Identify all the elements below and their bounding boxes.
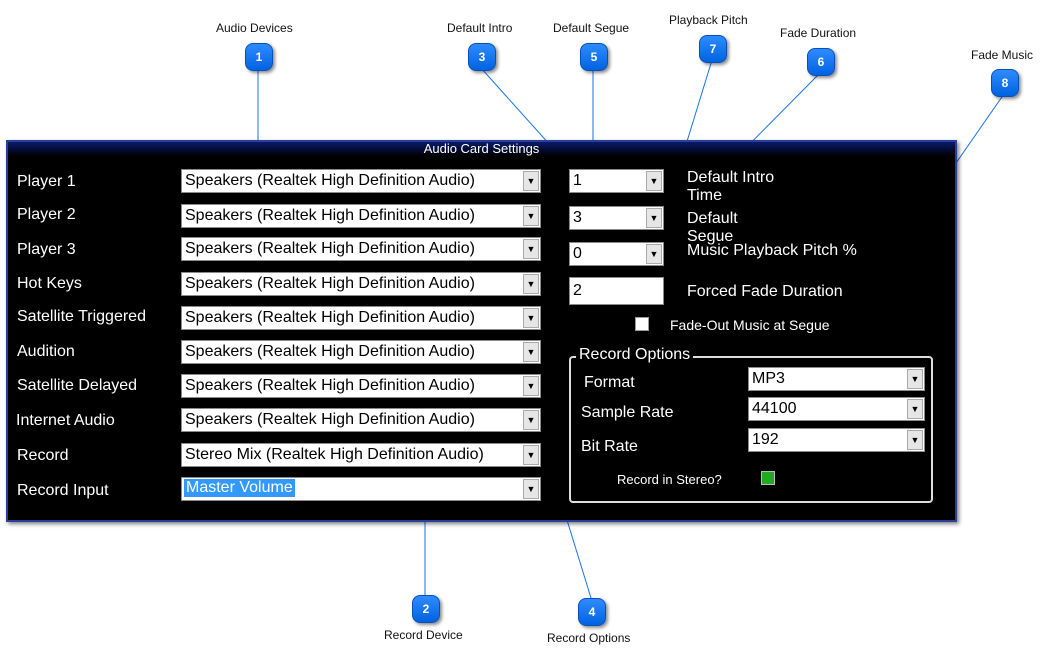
callout-label-record-options: Record Options	[547, 631, 631, 645]
format-label: Format	[584, 374, 635, 391]
dropdown-arrow-icon[interactable]: ▼	[523, 206, 539, 226]
callout-badge-1: 1	[245, 43, 273, 71]
record-options-legend: Record Options	[576, 346, 694, 364]
player-1-device-select[interactable]: Speakers (Realtek High Definition Audio)…	[181, 169, 541, 193]
sample-rate-label: Sample Rate	[581, 404, 674, 421]
default-segue-label: Default Segue	[687, 210, 738, 245]
sample-rate-select[interactable]: 44100 ▼	[748, 397, 925, 421]
record-device-select[interactable]: Stereo Mix (Realtek High Definition Audi…	[181, 443, 541, 467]
label-player-1: Player 1	[17, 173, 76, 190]
dropdown-arrow-icon[interactable]: ▼	[523, 171, 539, 191]
fade-duration-label: Forced Fade Duration	[687, 283, 843, 300]
label-hot-keys: Hot Keys	[17, 275, 82, 292]
record-device-value: Stereo Mix (Realtek High Definition Audi…	[185, 446, 484, 463]
default-segue-select[interactable]: 3 ▼	[569, 206, 664, 230]
dropdown-arrow-icon[interactable]: ▼	[646, 244, 662, 264]
player-1-device-value: Speakers (Realtek High Definition Audio)	[185, 172, 475, 189]
default-segue-value: 3	[573, 209, 582, 226]
dropdown-arrow-icon[interactable]: ▼	[523, 274, 539, 294]
dropdown-arrow-icon[interactable]: ▼	[907, 369, 923, 389]
dropdown-arrow-icon[interactable]: ▼	[523, 308, 539, 328]
label-satellite-delayed: Satellite Delayed	[17, 377, 138, 394]
record-in-stereo-label: Record in Stereo?	[617, 472, 722, 487]
playback-pitch-value: 0	[573, 245, 582, 262]
record-input-value: Master Volume	[184, 479, 295, 497]
bit-rate-label: Bit Rate	[581, 438, 638, 455]
bit-rate-value: 192	[752, 431, 779, 448]
fade-out-music-label: Fade-Out Music at Segue	[670, 317, 830, 333]
default-intro-label: Default Intro Time	[687, 169, 775, 204]
satellite-triggered-device-select[interactable]: Speakers (Realtek High Definition Audio)…	[181, 306, 541, 330]
callout-badge-6: 6	[807, 48, 835, 76]
callout-badge-5: 5	[580, 43, 608, 71]
audition-device-value: Speakers (Realtek High Definition Audio)	[185, 343, 475, 360]
internet-audio-device-select[interactable]: Speakers (Realtek High Definition Audio)…	[181, 408, 541, 432]
format-value: MP3	[752, 370, 785, 387]
satellite-delayed-device-value: Speakers (Realtek High Definition Audio)	[185, 377, 475, 394]
default-intro-select[interactable]: 1 ▼	[569, 169, 664, 193]
record-input-select[interactable]: Master Volume ▼	[181, 477, 541, 501]
bit-rate-select[interactable]: 192 ▼	[748, 428, 925, 452]
dropdown-arrow-icon[interactable]: ▼	[523, 479, 539, 499]
label-audition: Audition	[17, 343, 75, 360]
callout-label-playback-pitch: Playback Pitch	[669, 13, 748, 27]
player-2-device-value: Speakers (Realtek High Definition Audio)	[185, 207, 475, 224]
callout-badge-2: 2	[412, 595, 440, 623]
record-in-stereo-checkbox[interactable]	[761, 471, 775, 485]
playback-pitch-select[interactable]: 0 ▼	[569, 242, 664, 266]
dropdown-arrow-icon[interactable]: ▼	[907, 430, 923, 450]
playback-pitch-label: Music Playback Pitch %	[687, 242, 857, 259]
dropdown-arrow-icon[interactable]: ▼	[523, 445, 539, 465]
label-player-2: Player 2	[17, 206, 76, 223]
callout-label-record-device: Record Device	[384, 628, 463, 642]
player-2-device-select[interactable]: Speakers (Realtek High Definition Audio)…	[181, 204, 541, 228]
callout-label-default-intro: Default Intro	[447, 21, 513, 35]
fade-duration-value: 2	[573, 282, 582, 299]
callout-label-audio-devices: Audio Devices	[216, 21, 293, 35]
player-3-device-select[interactable]: Speakers (Realtek High Definition Audio)…	[181, 237, 541, 261]
internet-audio-device-value: Speakers (Realtek High Definition Audio)	[185, 411, 475, 428]
callout-badge-3: 3	[468, 43, 496, 71]
label-internet-audio: Internet Audio	[16, 412, 115, 429]
callout-label-fade-duration: Fade Duration	[780, 26, 857, 40]
label-satellite-triggered: Satellite Triggered	[17, 308, 146, 325]
label-record: Record	[17, 447, 69, 464]
hot-keys-device-value: Speakers (Realtek High Definition Audio)	[185, 275, 475, 292]
dropdown-arrow-icon[interactable]: ▼	[523, 239, 539, 259]
satellite-triggered-device-value: Speakers (Realtek High Definition Audio)	[185, 309, 475, 326]
fade-out-music-checkbox[interactable]	[635, 317, 649, 331]
format-select[interactable]: MP3 ▼	[748, 367, 925, 391]
callout-label-fade-music: Fade Music	[971, 48, 1034, 62]
panel-title: Audio Card Settings	[8, 142, 955, 158]
satellite-delayed-device-select[interactable]: Speakers (Realtek High Definition Audio)…	[181, 374, 541, 398]
default-intro-value: 1	[573, 172, 582, 189]
callout-badge-4: 4	[578, 598, 606, 626]
label-player-3: Player 3	[17, 241, 76, 258]
sample-rate-value: 44100	[752, 400, 797, 417]
dropdown-arrow-icon[interactable]: ▼	[523, 376, 539, 396]
dropdown-arrow-icon[interactable]: ▼	[646, 171, 662, 191]
callout-badge-8: 8	[991, 69, 1019, 97]
callout-badge-7: 7	[699, 35, 727, 63]
callout-label-default-segue: Default Segue	[553, 21, 630, 35]
label-record-input: Record Input	[17, 482, 109, 499]
dropdown-arrow-icon[interactable]: ▼	[523, 410, 539, 430]
dropdown-arrow-icon[interactable]: ▼	[523, 342, 539, 362]
fade-duration-input[interactable]: 2	[569, 277, 664, 305]
player-3-device-value: Speakers (Realtek High Definition Audio)	[185, 240, 475, 257]
hot-keys-device-select[interactable]: Speakers (Realtek High Definition Audio)…	[181, 272, 541, 296]
dropdown-arrow-icon[interactable]: ▼	[646, 208, 662, 228]
audition-device-select[interactable]: Speakers (Realtek High Definition Audio)…	[181, 340, 541, 364]
dropdown-arrow-icon[interactable]: ▼	[907, 399, 923, 419]
